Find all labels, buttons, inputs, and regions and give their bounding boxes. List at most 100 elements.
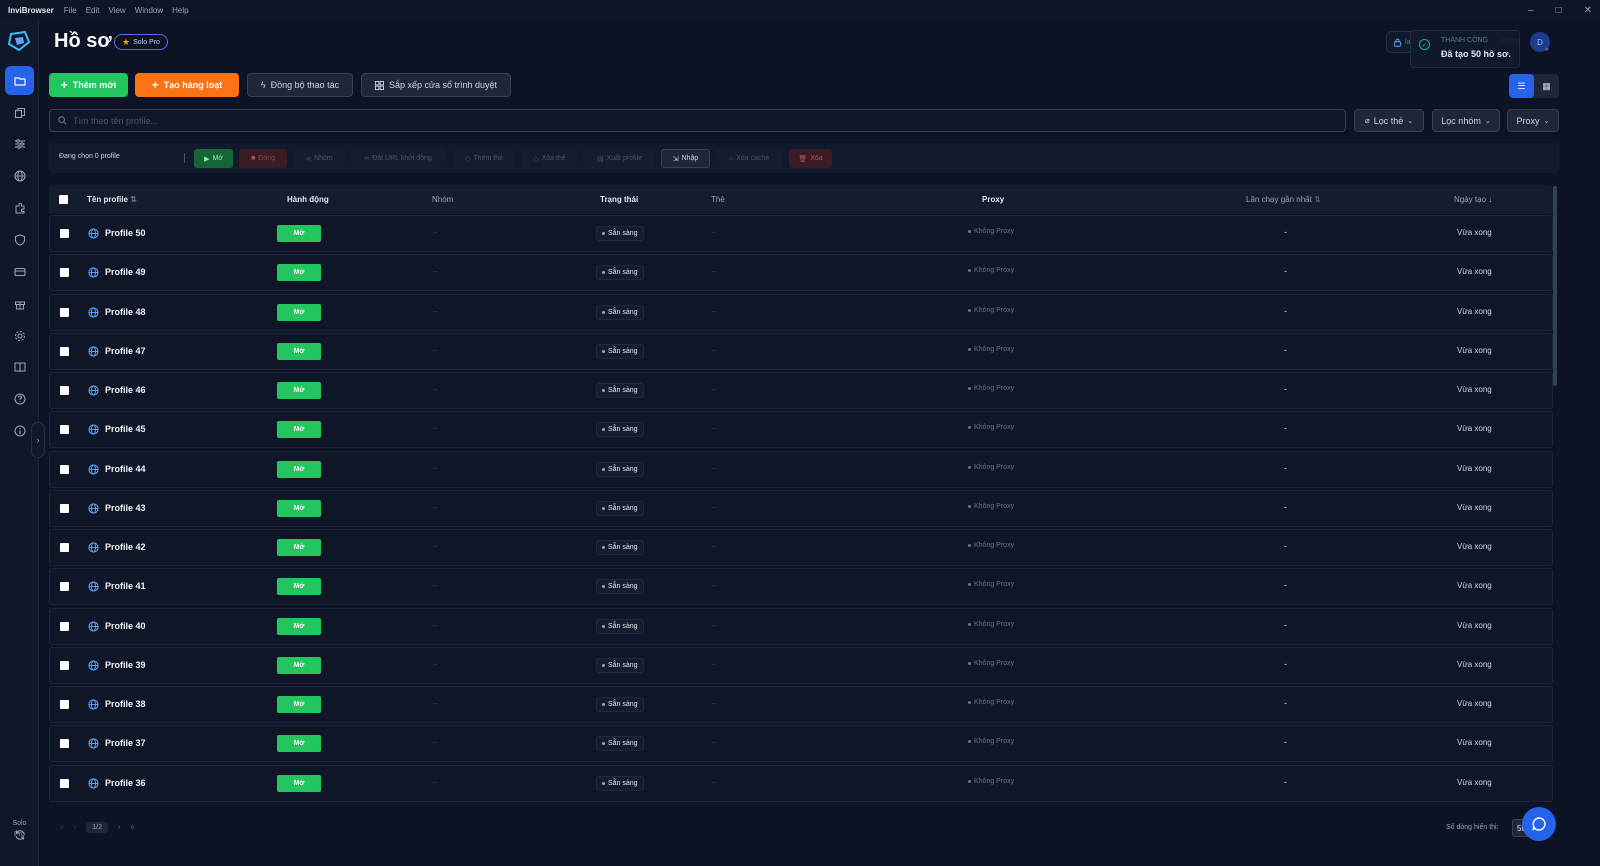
row-checkbox[interactable] (60, 307, 69, 317)
profile-name[interactable]: Profile 44 (105, 464, 146, 474)
proxy-filter-dropdown[interactable]: Proxy ⌄ (1507, 109, 1559, 132)
row-checkbox[interactable] (60, 739, 69, 749)
open-profile-button[interactable]: Mở (277, 303, 321, 321)
table-row[interactable]: Profile 46 Mở – Sẵn sàng – Không Proxy - Vừa xo… (49, 372, 1553, 409)
next-page-icon[interactable]: › (118, 824, 120, 831)
bulk-export-button[interactable]: ▤ Xuất profile (584, 149, 655, 168)
minimize-icon[interactable]: – (1528, 5, 1534, 16)
open-profile-button[interactable]: Mở (277, 656, 321, 674)
close-icon[interactable]: ✕ (1584, 5, 1592, 16)
header-last-run[interactable]: Lần chạy gần nhất ⇅ (1246, 195, 1321, 204)
prev-page-icon[interactable]: ‹ (74, 824, 76, 831)
table-row[interactable]: Profile 41 Mở – Sẵn sàng – Không Proxy - Vừa xo… (49, 568, 1553, 606)
sidebar-item-settings-sliders[interactable] (5, 129, 34, 158)
table-scrollbar[interactable] (1553, 186, 1557, 386)
header-created[interactable]: Ngày tạo ↓ (1454, 195, 1492, 204)
search-input[interactable] (73, 115, 1273, 126)
sidebar-item-profiles[interactable] (5, 66, 34, 95)
row-checkbox[interactable] (60, 543, 69, 552)
table-row[interactable]: Profile 36 Mở – Sẵn sàng – Không Proxy - Vừa xo… (49, 764, 1553, 802)
open-profile-button[interactable]: Mở (277, 578, 321, 596)
sidebar-collapse-button[interactable]: › (31, 422, 45, 458)
profile-name[interactable]: Profile 47 (105, 346, 146, 356)
group-filter-dropdown[interactable]: Lọc nhóm ⌄ (1432, 109, 1500, 132)
sidebar-item-help[interactable] (5, 384, 34, 413)
sync-actions-button[interactable]: ϟ Đồng bộ thao tác (247, 73, 353, 97)
open-profile-button[interactable]: Mở (277, 264, 321, 282)
profile-name[interactable]: Profile 39 (105, 660, 146, 670)
table-row[interactable]: Profile 47 Mở – Sẵn sàng – Không Proxy - Vừa xo… (49, 332, 1553, 370)
row-checkbox[interactable] (60, 621, 69, 631)
table-row[interactable]: Profile 38 Mở – Sẵn sàng – Không Proxy - Vừa xo… (49, 686, 1553, 723)
open-profile-button[interactable]: Mở (277, 499, 321, 517)
row-checkbox[interactable] (60, 386, 69, 395)
sidebar-item-security[interactable] (5, 225, 34, 254)
last-page-icon[interactable]: » (130, 824, 134, 831)
profile-name[interactable]: Profile 46 (105, 385, 146, 395)
table-row[interactable]: Profile 40 Mở – Sẵn sàng – Không Proxy - Vừa xo… (49, 607, 1553, 645)
bulk-set-url-button[interactable]: ∞ Đặt URL khởi động (351, 149, 445, 168)
sidebar-item-gifts[interactable] (5, 289, 34, 318)
open-profile-button[interactable]: Mở (277, 421, 321, 439)
sidebar-item-docs[interactable] (5, 352, 34, 381)
sidebar-item-proxy[interactable] (5, 161, 34, 190)
sidebar-item-copy[interactable] (5, 98, 34, 127)
table-row[interactable]: Profile 49 Mở – Sẵn sàng – Không Proxy - Vừa xo… (49, 254, 1553, 292)
first-page-icon[interactable]: « (60, 824, 64, 831)
bulk-create-button[interactable]: + Tạo hàng loạt (135, 73, 239, 97)
sidebar-item-extensions[interactable] (5, 193, 34, 222)
row-checkbox[interactable] (60, 346, 69, 356)
row-checkbox[interactable] (60, 268, 69, 278)
profile-name[interactable]: Profile 45 (105, 424, 146, 434)
bulk-add-tag-button[interactable]: ◇ Thêm thẻ (453, 149, 515, 168)
bulk-close-button[interactable]: ■ Đóng (239, 149, 287, 168)
profile-name[interactable]: Profile 37 (105, 738, 146, 748)
row-checkbox[interactable] (60, 700, 69, 709)
menu-window[interactable]: Window (135, 6, 163, 15)
profile-name[interactable]: Profile 38 (105, 699, 146, 709)
sidebar-item-settings[interactable] (5, 321, 34, 350)
menu-file[interactable]: File (64, 6, 77, 15)
table-row[interactable]: Profile 37 Mở – Sẵn sàng – Không Proxy - Vừa xo… (49, 725, 1553, 763)
select-all-checkbox[interactable] (59, 195, 68, 204)
row-checkbox[interactable] (60, 660, 69, 670)
table-row[interactable]: Profile 44 Mở – Sẵn sàng – Không Proxy - Vừa xo… (49, 450, 1553, 488)
open-profile-button[interactable]: Mở (277, 460, 321, 478)
table-row[interactable]: Profile 39 Mở – Sẵn sàng – Không Proxy - Vừa xo… (49, 646, 1553, 684)
profile-name[interactable]: Profile 50 (105, 228, 146, 238)
sidebar-item-info[interactable] (5, 416, 34, 445)
open-profile-button[interactable]: Mở (277, 617, 321, 635)
profile-name[interactable]: Profile 40 (105, 621, 146, 631)
row-checkbox[interactable] (60, 229, 69, 238)
open-profile-button[interactable]: Mở (277, 696, 321, 713)
menu-help[interactable]: Help (172, 6, 188, 15)
table-row[interactable]: Profile 42 Mở – Sẵn sàng – Không Proxy - Vừa xo… (49, 529, 1553, 566)
profile-name[interactable]: Profile 41 (105, 581, 146, 591)
sidebar-item-sync[interactable] (5, 820, 34, 849)
open-profile-button[interactable]: Mở (277, 342, 321, 360)
table-row[interactable]: Profile 48 Mở – Sẵn sàng – Không Proxy - Vừa xo… (49, 293, 1553, 331)
profile-name[interactable]: Profile 43 (105, 503, 146, 513)
row-checkbox[interactable] (60, 778, 69, 788)
bulk-group-button[interactable]: ⋖ Nhóm (294, 149, 344, 168)
bulk-remove-tag-button[interactable]: ◇ Xóa thẻ (522, 149, 577, 168)
sidebar-item-billing[interactable] (5, 257, 34, 286)
bulk-clear-cache-button[interactable]: ⌂ Xóa cache (716, 149, 782, 168)
tag-filter-dropdown[interactable]: ⌀ Lọc thẻ ⌄ (1354, 109, 1424, 132)
arrange-windows-button[interactable]: Sắp xếp cửa sổ trình duyệt (361, 73, 511, 97)
menu-edit[interactable]: Edit (86, 6, 100, 15)
open-profile-button[interactable]: Mở (277, 225, 321, 242)
profile-name[interactable]: Profile 42 (105, 542, 146, 552)
table-row[interactable]: Profile 50 Mở – Sẵn sàng – Không Proxy - Vừa xo… (49, 215, 1553, 252)
bulk-open-button[interactable]: ▶ Mở (194, 149, 233, 168)
open-profile-button[interactable]: Mở (277, 735, 321, 753)
chat-support-button[interactable] (1522, 807, 1556, 841)
header-name[interactable]: Tên profile ⇅ (87, 195, 137, 204)
menu-view[interactable]: View (108, 6, 125, 15)
bulk-import-button[interactable]: ⇲ Nhập (661, 149, 710, 168)
table-row[interactable]: Profile 43 Mở – Sẵn sàng – Không Proxy - Vừa xo… (49, 489, 1553, 527)
open-profile-button[interactable]: Mở (277, 539, 321, 556)
profile-name[interactable]: Profile 36 (105, 778, 146, 788)
open-profile-button[interactable]: Mở (277, 382, 321, 399)
add-new-button[interactable]: + Thêm mới (49, 73, 128, 97)
